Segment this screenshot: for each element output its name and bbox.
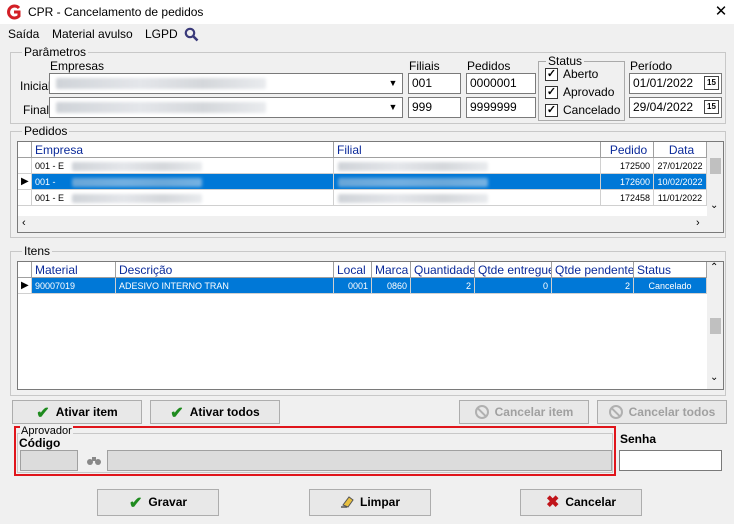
parametros-label: Parâmetros: [22, 45, 89, 59]
status-aprovado-label: Aprovado: [563, 85, 615, 99]
search-icon[interactable]: [184, 27, 199, 42]
pedido-final-field[interactable]: 9999999: [466, 97, 536, 118]
table-row-selected[interactable]: 90007019: [32, 278, 116, 294]
row-pointer-icon: ▶: [18, 278, 32, 294]
pedido-inicial-field[interactable]: 0000001: [466, 73, 536, 94]
chevron-down-icon[interactable]: ⌄: [710, 200, 718, 211]
pedidos-vertical-scrollbar[interactable]: ⌄: [707, 142, 723, 216]
empresa-inicial-combo[interactable]: ▼: [49, 73, 403, 94]
menu-saida[interactable]: Saída: [8, 27, 39, 41]
cancelar-item-button[interactable]: Cancelar item: [459, 400, 589, 424]
calendar-icon[interactable]: 15: [704, 76, 719, 90]
menu-lgpd[interactable]: LGPD: [145, 27, 178, 41]
col-qtde-pendente[interactable]: Qtde pendente: [552, 262, 634, 278]
data-final-value: 29/04/2022: [633, 100, 694, 114]
itens-group-label: Itens: [22, 244, 53, 258]
eraser-icon: [340, 496, 354, 508]
itens-grid[interactable]: Material Descrição Local Marca Quantidad…: [17, 261, 724, 390]
row-pointer-icon: ▶: [18, 174, 32, 190]
status-aberto-label: Aberto: [563, 67, 599, 81]
table-row-selected[interactable]: 001 -: [32, 174, 334, 190]
col-descricao[interactable]: Descrição: [116, 262, 334, 278]
chevron-down-icon[interactable]: ▼: [385, 99, 401, 116]
check-icon: ✔: [36, 405, 50, 422]
col-status[interactable]: Status: [634, 262, 707, 278]
menu-bar: Saída Material avulso LGPD: [0, 24, 734, 44]
data-inicial-value: 01/01/2022: [633, 76, 694, 90]
pedidos-group-label: Pedidos: [22, 124, 70, 138]
status-aberto-checkbox[interactable]: ✓: [545, 68, 558, 81]
window-title: CPR - Cancelamento de pedidos: [28, 5, 204, 19]
status-cancelado-label: Cancelado: [563, 103, 621, 117]
binoculars-icon[interactable]: [86, 454, 102, 466]
limpar-button[interactable]: Limpar: [309, 489, 431, 516]
filial-inicial-field[interactable]: 001: [408, 73, 461, 94]
ativar-item-button[interactable]: ✔ Ativar item: [12, 400, 142, 424]
aprovador-nome-field: [107, 450, 612, 471]
close-icon[interactable]: ✕: [710, 2, 732, 22]
itens-vertical-scrollbar[interactable]: ⌃ ⌄: [707, 262, 723, 389]
periodo-label: Período: [630, 59, 673, 73]
col-qtde-entregue[interactable]: Qtde entregue: [475, 262, 552, 278]
final-label: Final: [23, 103, 50, 117]
calendar-icon[interactable]: 15: [704, 100, 719, 114]
col-pedido[interactable]: Pedido: [601, 142, 654, 158]
col-quantidade[interactable]: Quantidade: [411, 262, 475, 278]
status-cancelado-checkbox[interactable]: ✓: [545, 104, 558, 117]
col-local[interactable]: Local: [334, 262, 372, 278]
pedidos-horizontal-scrollbar[interactable]: ‹ ›: [18, 216, 723, 232]
col-material[interactable]: Material: [32, 262, 116, 278]
chevron-left-icon[interactable]: ‹: [22, 217, 26, 229]
senha-label: Senha: [620, 432, 657, 446]
status-aprovado-checkbox[interactable]: ✓: [545, 86, 558, 99]
prohibited-icon: [474, 405, 489, 419]
title-bar: CPR - Cancelamento de pedidos ✕: [0, 0, 734, 24]
status-label: Status: [546, 54, 585, 68]
chevron-down-icon[interactable]: ⌄: [710, 372, 718, 383]
filial-final-field[interactable]: 999: [408, 97, 461, 118]
codigo-field[interactable]: [20, 450, 78, 471]
senha-field[interactable]: [619, 450, 722, 471]
app-logo-icon: [7, 4, 21, 20]
col-data[interactable]: Data: [654, 142, 707, 158]
pedidos-grid[interactable]: Empresa Filial Pedido Data 001 - E 17250…: [17, 141, 724, 233]
menu-material-avulso[interactable]: Material avulso: [52, 27, 133, 41]
col-marca[interactable]: Marca: [372, 262, 411, 278]
codigo-label: Código: [19, 436, 61, 450]
col-filial[interactable]: Filial: [334, 142, 601, 158]
ativar-todos-button[interactable]: ✔ Ativar todos: [150, 400, 280, 424]
empresa-final-combo[interactable]: ▼: [49, 97, 403, 118]
chevron-down-icon[interactable]: ▼: [385, 75, 401, 92]
gravar-button[interactable]: ✔ Gravar: [97, 489, 219, 516]
x-icon: ✖: [545, 494, 560, 511]
inicial-label: Inicial: [20, 79, 51, 93]
data-inicial-field[interactable]: 01/01/2022 15: [629, 73, 722, 94]
chevron-up-icon[interactable]: ⌃: [710, 262, 718, 273]
col-empresa[interactable]: Empresa: [32, 142, 334, 158]
empresas-label: Empresas: [50, 59, 105, 73]
table-row[interactable]: 001 - E: [32, 158, 334, 174]
prohibited-icon: [608, 405, 623, 419]
data-final-field[interactable]: 29/04/2022 15: [629, 97, 722, 118]
table-row[interactable]: 001 - E: [32, 190, 334, 206]
filiais-label: Filiais: [409, 59, 440, 73]
cancelar-button[interactable]: ✖ Cancelar: [520, 489, 642, 516]
pedidos-label: Pedidos: [467, 59, 511, 73]
cancelar-todos-button[interactable]: Cancelar todos: [597, 400, 727, 424]
check-icon: ✔: [170, 405, 184, 422]
check-icon: ✔: [128, 495, 143, 512]
chevron-right-icon[interactable]: ›: [696, 217, 700, 229]
